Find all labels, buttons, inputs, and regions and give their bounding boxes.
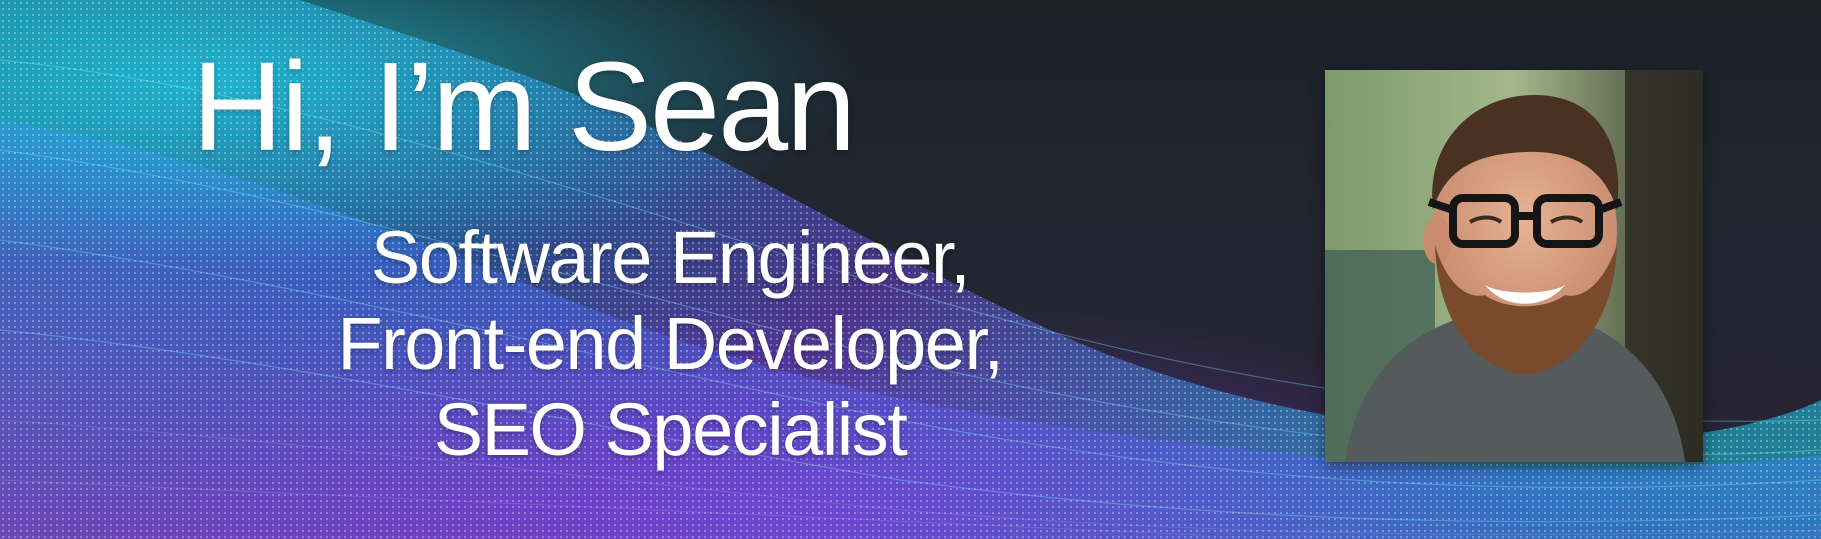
role-software-engineer: Software Engineer,: [370, 216, 971, 299]
smiling-man-with-glasses-and-beard-icon: [1325, 70, 1703, 462]
role-seo-specialist: SEO Specialist: [433, 388, 908, 471]
hero-banner: Hi, I’m Sean Software Engineer, Front-en…: [0, 0, 1821, 539]
profile-photo: [1325, 70, 1703, 462]
page-title: Hi, I’m Sean: [192, 36, 856, 177]
role-front-end-developer: Front-end Developer,: [337, 302, 1004, 385]
roles-list: Software Engineer, Front-end Developer, …: [330, 215, 1010, 473]
